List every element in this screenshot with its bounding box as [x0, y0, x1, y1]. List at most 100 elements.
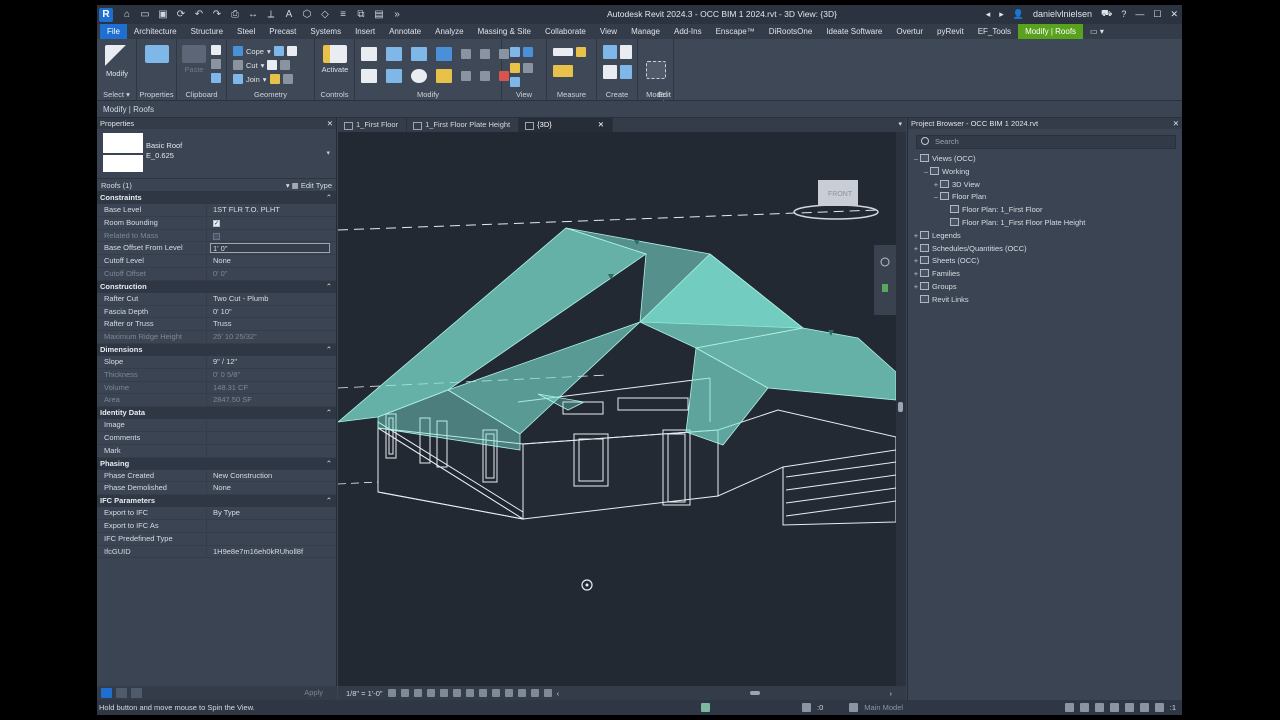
- drag-elements-icon[interactable]: [1124, 703, 1134, 712]
- property-group-header[interactable]: Phasing ⌃: [97, 457, 336, 470]
- scroll-thumb[interactable]: [898, 402, 903, 412]
- highlight-displacement-icon[interactable]: [543, 689, 552, 697]
- geometry-tool-icon[interactable]: [267, 60, 278, 70]
- collapse-icon[interactable]: ⌃: [326, 344, 332, 356]
- view-tab[interactable]: 1_First Floor Plate Height: [407, 118, 520, 132]
- select-pinned-icon[interactable]: [1094, 703, 1104, 712]
- filter-icon[interactable]: [1154, 703, 1164, 712]
- parts-icon[interactable]: [620, 45, 632, 59]
- nav-back-icon[interactable]: ◂: [986, 9, 991, 20]
- undo-icon[interactable]: ↶: [193, 9, 205, 20]
- property-value[interactable]: None: [207, 255, 336, 267]
- ribbon-tab[interactable]: pyRevit: [930, 24, 971, 39]
- tabs-menu-icon[interactable]: ▾: [898, 120, 902, 128]
- ribbon-tab[interactable]: Systems: [303, 24, 348, 39]
- 3d-view-canvas[interactable]: FRONT: [338, 132, 896, 686]
- property-value[interactable]: 0' 10": [207, 306, 336, 318]
- array-icon[interactable]: [461, 71, 471, 81]
- browser-node[interactable]: + Legends: [908, 230, 1182, 243]
- ribbon-tab[interactable]: Insert: [348, 24, 382, 39]
- ribbon-tab[interactable]: Annotate: [382, 24, 428, 39]
- rotate-icon[interactable]: [411, 69, 427, 83]
- property-value[interactable]: [207, 533, 336, 545]
- collapse-icon[interactable]: ⌃: [326, 458, 332, 470]
- ribbon-tab[interactable]: Overtur: [889, 24, 930, 39]
- design-options-icon[interactable]: [849, 703, 859, 712]
- checkbox[interactable]: ✓: [213, 219, 220, 227]
- chevron-down-icon[interactable]: ▾: [326, 149, 330, 157]
- collapse-icon[interactable]: ⌃: [326, 495, 332, 507]
- override-tool[interactable]: [510, 63, 533, 73]
- geometry-tool-icon[interactable]: [282, 74, 293, 84]
- reveal-hidden-icon[interactable]: [504, 689, 513, 697]
- ribbon-tab[interactable]: Architecture: [127, 24, 184, 39]
- maximize-button[interactable]: ☐: [1153, 9, 1161, 20]
- property-value[interactable]: 1ST FLR T.O. PLHT: [207, 204, 336, 216]
- edit-type-button[interactable]: ▾ ▦ Edit Type: [286, 179, 332, 192]
- ribbon-tab[interactable]: Massing & Site: [471, 24, 538, 39]
- browser-search-input[interactable]: Search: [916, 135, 1176, 149]
- user-name[interactable]: danielvlnielsen: [1033, 9, 1092, 19]
- collapse-icon[interactable]: –: [912, 153, 920, 166]
- close-tab-icon[interactable]: ✕: [598, 120, 604, 129]
- type-selector[interactable]: Basic Roof E_0.625 ▾: [97, 129, 336, 179]
- select-by-face-icon[interactable]: [1109, 703, 1119, 712]
- select-links-icon[interactable]: [1064, 703, 1074, 712]
- show-crop-icon[interactable]: [465, 689, 474, 697]
- close-hidden-icon[interactable]: ⧉: [355, 9, 367, 20]
- filter-list-icon[interactable]: [131, 688, 142, 698]
- view-tab[interactable]: 1_First Floor: [338, 118, 408, 132]
- paste-button[interactable]: Paste: [181, 45, 207, 74]
- section-icon[interactable]: ◇: [319, 9, 331, 20]
- scroll-left-icon[interactable]: ‹: [557, 689, 560, 698]
- trim-extend-icon[interactable]: [436, 69, 452, 83]
- browser-node[interactable]: Floor Plan: 1_First Floor Plate Height: [908, 217, 1182, 230]
- ribbon-tab[interactable]: Precast: [262, 24, 303, 39]
- ribbon-tab[interactable]: Steel: [230, 24, 262, 39]
- sort-icon[interactable]: [116, 688, 127, 698]
- browser-node[interactable]: + Groups: [908, 281, 1182, 294]
- match-type-tool[interactable]: [211, 73, 221, 83]
- visual-style-icon[interactable]: [400, 689, 409, 697]
- categorized-icon[interactable]: [101, 688, 112, 698]
- browser-node[interactable]: – Working: [908, 166, 1182, 179]
- view-tab[interactable]: {3D} ✕: [519, 118, 614, 132]
- browser-node[interactable]: Revit Links: [908, 294, 1182, 307]
- instance-filter[interactable]: Roofs (1) ▾ ▦ Edit Type: [97, 179, 336, 192]
- property-group-header[interactable]: IFC Parameters ⌃: [97, 495, 336, 508]
- qat-more-icon[interactable]: »: [391, 9, 403, 20]
- cut-tool[interactable]: [211, 45, 221, 55]
- lock-3d-icon[interactable]: [478, 689, 487, 697]
- geometry-tool-icon[interactable]: [269, 74, 280, 84]
- align-icon[interactable]: [361, 47, 377, 61]
- ribbon-tab[interactable]: Analyze: [428, 24, 470, 39]
- trim-icon[interactable]: [480, 49, 490, 59]
- ribbon-tab[interactable]: DiRootsOne: [762, 24, 820, 39]
- property-value[interactable]: By Type: [207, 507, 336, 519]
- collapse-icon[interactable]: ⌃: [326, 192, 332, 204]
- property-value[interactable]: None: [207, 482, 336, 494]
- print-icon[interactable]: ⎙: [229, 9, 241, 20]
- geometry-tool-icon[interactable]: [286, 46, 297, 56]
- scale-icon[interactable]: [480, 71, 490, 81]
- switch-windows-icon[interactable]: ▤: [373, 9, 385, 20]
- property-value[interactable]: [207, 432, 336, 444]
- create-assembly-tool[interactable]: [603, 45, 632, 59]
- analytical-model-icon[interactable]: [530, 689, 539, 697]
- viewcube[interactable]: FRONT: [793, 180, 879, 220]
- detail-level-icon[interactable]: [387, 689, 396, 697]
- expand-icon[interactable]: +: [912, 243, 920, 256]
- collapse-icon[interactable]: ⌃: [326, 281, 332, 293]
- ribbon-tab[interactable]: View: [593, 24, 624, 39]
- browser-node[interactable]: Floor Plan: 1_First Floor: [908, 204, 1182, 217]
- property-value[interactable]: Two Cut - Plumb: [207, 293, 336, 305]
- select-underlay-icon[interactable]: [1079, 703, 1089, 712]
- help-icon[interactable]: ?: [1121, 9, 1126, 19]
- copy-element-icon[interactable]: [386, 69, 402, 83]
- property-value[interactable]: [207, 520, 336, 532]
- geometry-tool-icon[interactable]: [273, 46, 284, 56]
- cut-geometry-button[interactable]: Cut ▾: [233, 60, 291, 70]
- zoom-icon[interactable]: [882, 284, 888, 292]
- mirror-line-icon[interactable]: [436, 47, 452, 61]
- view-tool[interactable]: [510, 77, 520, 87]
